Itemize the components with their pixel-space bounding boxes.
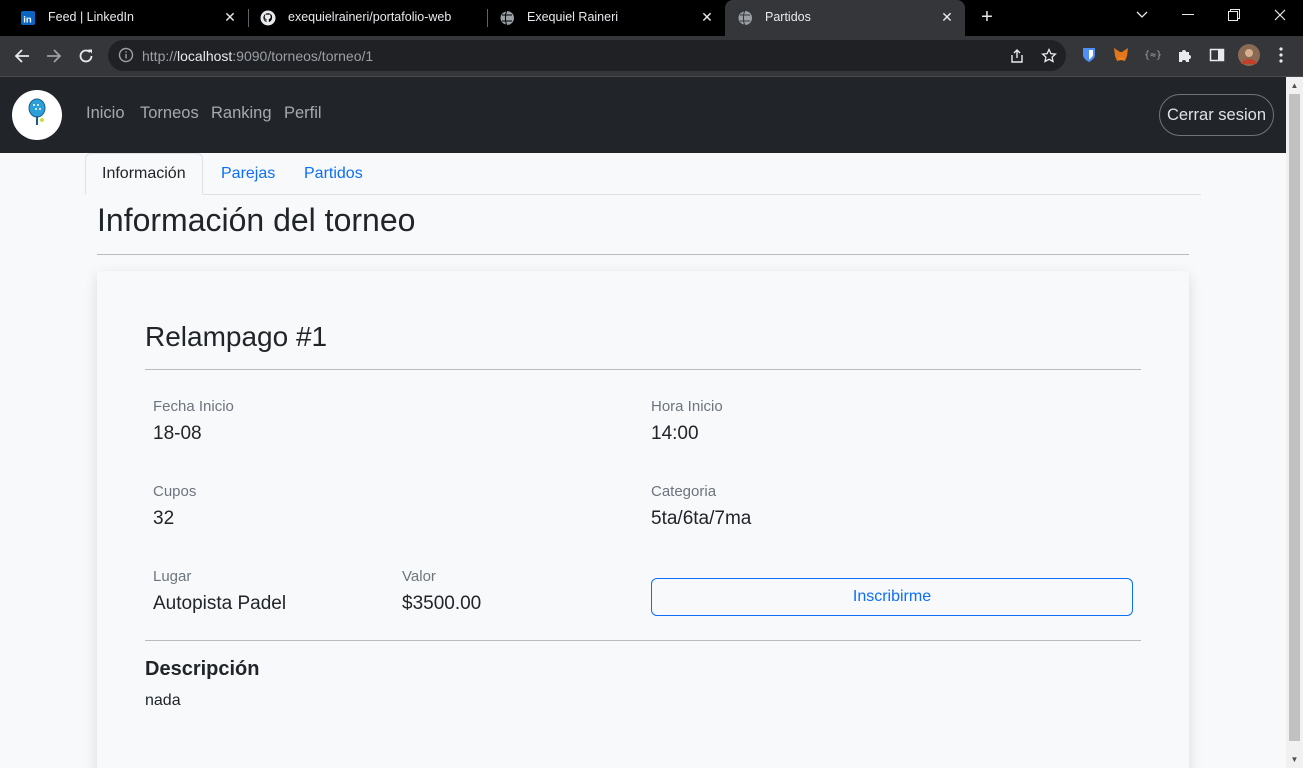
inscribirme-button[interactable]: Inscribirme — [651, 578, 1133, 616]
forward-arrow-icon[interactable] — [42, 44, 66, 68]
metamask-icon[interactable] — [1111, 45, 1131, 65]
braces-extension-icon[interactable]: {≈} — [1143, 45, 1163, 65]
scroll-down-arrow-icon[interactable]: ▼ — [1290, 755, 1299, 764]
address-bar[interactable]: http://localhost:9090/torneos/torneo/1 — [108, 40, 1066, 71]
app-navbar: Inicio Torneos Ranking Perfil Cerrar ses… — [0, 77, 1286, 153]
lugar-value: Autopista Padel — [153, 593, 287, 614]
linkedin-icon: in — [20, 10, 36, 26]
descripcion-heading: Descripción — [145, 658, 260, 680]
tab-partidos[interactable]: Partidos — [288, 153, 379, 195]
page-scrollbar[interactable]: ▲ ▼ — [1286, 77, 1303, 768]
bitwarden-icon[interactable] — [1079, 45, 1099, 65]
github-icon — [260, 10, 276, 26]
nav-link-inicio[interactable]: Inicio — [86, 104, 125, 123]
tournament-tabs: Información Parejas Partidos — [85, 153, 1201, 195]
categoria-value: 5ta/6ta/7ma — [651, 508, 752, 529]
browser-tab-linkedin[interactable]: in Feed | LinkedIn ✕ — [8, 0, 248, 36]
scrollbar-thumb[interactable] — [1289, 94, 1300, 741]
padel-logo[interactable] — [12, 90, 62, 140]
info-icon[interactable] — [118, 47, 134, 63]
browser-tab-partidos[interactable]: Partidos ✕ — [725, 0, 965, 36]
tab-informacion[interactable]: Información — [85, 153, 203, 195]
browser-tab-title: Partidos — [765, 10, 811, 24]
tournament-card: Relampago #1 Fecha Inicio 18-08 Hora Ini… — [97, 271, 1189, 768]
share-icon[interactable] — [1008, 47, 1026, 65]
new-tab-button[interactable]: + — [976, 6, 998, 28]
browser-tab-title: Feed | LinkedIn — [48, 10, 134, 24]
valor-value: $3500.00 — [402, 593, 482, 614]
restore-icon[interactable] — [1211, 0, 1257, 30]
divider — [145, 640, 1141, 641]
close-icon[interactable]: ✕ — [699, 9, 715, 25]
cupos-value: 32 — [153, 508, 175, 529]
reload-icon[interactable] — [74, 44, 98, 68]
divider — [97, 254, 1189, 255]
nav-link-ranking[interactable]: Ranking — [211, 104, 272, 123]
url-host: localhost — [177, 48, 233, 64]
chevron-down-icon[interactable] — [1119, 0, 1165, 30]
divider — [145, 369, 1141, 370]
svg-text:in: in — [23, 14, 32, 25]
categoria-label: Categoria — [651, 483, 717, 500]
descripcion-text: nada — [145, 692, 181, 709]
close-icon[interactable]: ✕ — [222, 9, 238, 25]
browser-tab-title: exequielraineri/portafolio-web — [288, 10, 452, 24]
star-icon[interactable] — [1040, 47, 1058, 65]
browser-tab-strip: in Feed | LinkedIn ✕ exequielraineri/por… — [0, 0, 1303, 36]
kebab-menu-icon[interactable] — [1271, 45, 1291, 65]
nav-link-perfil[interactable]: Perfil — [284, 104, 322, 123]
browser-tab-title: Exequiel Raineri — [527, 10, 619, 24]
hora-inicio-value: 14:00 — [651, 423, 699, 444]
valor-label: Valor — [402, 568, 436, 585]
scroll-up-arrow-icon[interactable]: ▲ — [1290, 81, 1299, 90]
url-path: :9090/torneos/torneo/1 — [232, 48, 374, 64]
url-prefix: http:// — [142, 48, 178, 64]
puzzle-icon[interactable] — [1175, 45, 1195, 65]
side-panel-icon[interactable] — [1207, 45, 1227, 65]
tab-parejas[interactable]: Parejas — [205, 153, 291, 195]
hora-inicio-label: Hora Inicio — [651, 398, 723, 415]
page-title: Información del torneo — [97, 202, 416, 238]
nav-link-torneos[interactable]: Torneos — [140, 104, 199, 123]
close-icon[interactable]: ✕ — [939, 9, 955, 25]
browser-toolbar: http://localhost:9090/torneos/torneo/1 {… — [0, 36, 1303, 77]
fecha-inicio-value: 18-08 — [153, 423, 202, 444]
tournament-name: Relampago #1 — [145, 321, 328, 352]
close-window-icon[interactable] — [1257, 0, 1303, 30]
browser-tab-github[interactable]: exequielraineri/portafolio-web — [248, 0, 488, 36]
lugar-label: Lugar — [153, 568, 192, 585]
logout-button[interactable]: Cerrar sesion — [1159, 94, 1274, 136]
back-arrow-icon[interactable] — [10, 44, 34, 68]
globe-icon — [737, 10, 753, 26]
cupos-label: Cupos — [153, 483, 197, 500]
fecha-inicio-label: Fecha Inicio — [153, 398, 234, 415]
minimize-icon[interactable] — [1165, 0, 1211, 30]
globe-icon — [499, 10, 515, 26]
url-text: http://localhost:9090/torneos/torneo/1 — [142, 48, 373, 64]
browser-tab-exequiel[interactable]: Exequiel Raineri ✕ — [487, 0, 725, 36]
profile-avatar[interactable] — [1237, 43, 1261, 67]
